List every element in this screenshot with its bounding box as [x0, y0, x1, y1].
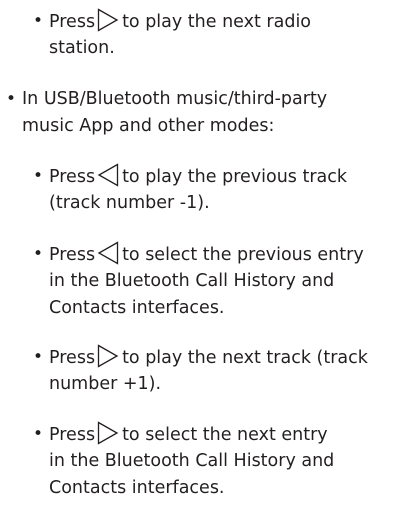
- item-text: music App and other modes:: [22, 116, 275, 136]
- left-triangle-icon: [97, 163, 119, 187]
- item-text: to select the previous entry: [122, 245, 364, 265]
- press-label: Press: [49, 245, 96, 265]
- bullet: •: [6, 89, 17, 109]
- item-text: Contacts interfaces.: [49, 298, 225, 318]
- bullet: •: [33, 347, 44, 367]
- left-triangle-icon: [97, 241, 119, 265]
- item-text: to play the previous track: [122, 167, 348, 187]
- press-label: Press: [49, 12, 96, 32]
- item-text: number +1).: [49, 374, 162, 394]
- press-label: Press: [49, 425, 96, 445]
- right-triangle-icon: [97, 344, 119, 368]
- right-triangle-icon: [97, 8, 119, 32]
- item-text: in the Bluetooth Call History and: [49, 271, 335, 291]
- item-text: to play the next track (track: [122, 348, 368, 368]
- item-text: (track number -1).: [49, 193, 210, 213]
- bullet: •: [33, 244, 44, 264]
- press-label: Press: [49, 348, 96, 368]
- item-text: Contacts interfaces.: [49, 478, 225, 498]
- item-text: to select the next entry: [122, 425, 328, 445]
- item-text: to play the next radio: [122, 12, 312, 32]
- bullet: •: [33, 11, 44, 31]
- item-text: station.: [49, 38, 115, 58]
- bullet: •: [33, 424, 44, 444]
- item-text: in the Bluetooth Call History and: [49, 451, 335, 471]
- item-text: In USB/Bluetooth music/third-party: [22, 89, 328, 109]
- press-label: Press: [49, 167, 96, 187]
- bullet: •: [33, 166, 44, 186]
- right-triangle-icon: [97, 421, 119, 445]
